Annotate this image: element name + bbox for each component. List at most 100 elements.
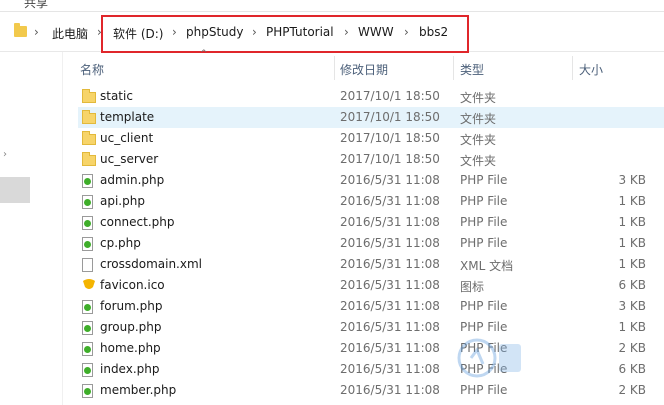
file-name: uc_server	[100, 152, 159, 166]
file-row[interactable]: favicon.ico 2016/5/31 11:08 图标 6 KB	[78, 275, 664, 296]
file-date: 2017/10/1 18:50	[340, 152, 440, 166]
column-header-date[interactable]: 修改日期	[340, 61, 388, 78]
file-type: 文件夹	[460, 112, 497, 126]
php-file-icon	[82, 384, 93, 398]
file-date: 2016/5/31 11:08	[340, 194, 440, 208]
php-file-icon	[82, 321, 93, 335]
file-name: uc_client	[100, 131, 154, 145]
column-divider[interactable]	[453, 56, 454, 80]
file-date: 2017/10/1 18:50	[340, 89, 440, 103]
file-type: XML 文档	[460, 259, 514, 273]
file-name: template	[100, 110, 155, 124]
file-date: 2016/5/31 11:08	[340, 383, 440, 397]
file-type: 文件夹	[460, 154, 497, 168]
file-size: 1 KB	[618, 320, 646, 334]
column-header-type[interactable]: 类型	[460, 61, 484, 78]
column-divider[interactable]	[572, 56, 573, 80]
file-size: 2 KB	[618, 341, 646, 355]
php-file-icon	[82, 237, 93, 251]
file-type: PHP File	[460, 194, 508, 208]
navigation-pane[interactable]: ›	[0, 52, 62, 405]
ico-file-icon	[82, 279, 96, 291]
xml-file-icon	[82, 258, 93, 272]
watermark-logo	[457, 338, 521, 378]
file-size: 1 KB	[618, 194, 646, 208]
file-row[interactable]: index.php 2016/5/31 11:08 PHP File 6 KB	[78, 359, 664, 380]
php-file-icon	[82, 174, 93, 188]
ribbon: 共享	[0, 0, 664, 12]
column-headers: ^ 名称 修改日期 类型 大小	[70, 49, 664, 80]
file-size: 3 KB	[618, 299, 646, 313]
file-date: 2016/5/31 11:08	[340, 257, 440, 271]
share-tab[interactable]: 共享	[24, 0, 48, 11]
chevron-right-icon[interactable]: ›	[34, 25, 39, 39]
file-row[interactable]: forum.php 2016/5/31 11:08 PHP File 3 KB	[78, 296, 664, 317]
file-name: api.php	[100, 194, 145, 208]
file-size: 1 KB	[618, 257, 646, 271]
file-name: admin.php	[100, 173, 165, 187]
file-type: PHP File	[460, 173, 508, 187]
file-name: index.php	[100, 362, 160, 376]
file-date: 2016/5/31 11:08	[340, 362, 440, 376]
folder-icon	[14, 23, 27, 37]
file-date: 2016/5/31 11:08	[340, 341, 440, 355]
file-size: 3 KB	[618, 173, 646, 187]
breadcrumb-this-pc[interactable]: 此电脑	[52, 25, 88, 42]
file-date: 2016/5/31 11:08	[340, 236, 440, 250]
folder-icon	[82, 89, 96, 103]
file-date: 2016/5/31 11:08	[340, 278, 440, 292]
expand-arrow-icon[interactable]: ›	[3, 149, 7, 160]
folder-icon	[82, 110, 96, 124]
file-row[interactable]: uc_client 2017/10/1 18:50 文件夹	[78, 128, 664, 149]
pane-divider[interactable]	[62, 52, 63, 405]
file-date: 2016/5/31 11:08	[340, 173, 440, 187]
file-name: group.php	[100, 320, 162, 334]
file-date: 2016/5/31 11:08	[340, 299, 440, 313]
php-file-icon	[82, 363, 93, 377]
file-row[interactable]: connect.php 2016/5/31 11:08 PHP File 1 KB	[78, 212, 664, 233]
file-size: 2 KB	[618, 383, 646, 397]
file-type: PHP File	[460, 215, 508, 229]
file-row[interactable]: template 2017/10/1 18:50 文件夹	[78, 107, 664, 128]
file-name: static	[100, 89, 133, 103]
column-header-size[interactable]: 大小	[579, 61, 603, 78]
php-file-icon	[82, 300, 93, 314]
file-size: 6 KB	[618, 278, 646, 292]
column-divider[interactable]	[334, 56, 335, 80]
file-date: 2017/10/1 18:50	[340, 131, 440, 145]
column-header-name[interactable]: 名称	[80, 61, 104, 78]
file-name: cp.php	[100, 236, 141, 250]
file-size: 1 KB	[618, 236, 646, 250]
file-date: 2016/5/31 11:08	[340, 215, 440, 229]
file-name: member.php	[100, 383, 177, 397]
php-file-icon	[82, 216, 93, 230]
sort-up-icon: ^	[200, 49, 208, 59]
file-type: 文件夹	[460, 91, 497, 105]
php-file-icon	[82, 195, 93, 209]
file-row[interactable]: crossdomain.xml 2016/5/31 11:08 XML 文档 1 KB	[78, 254, 664, 275]
file-row[interactable]: uc_server 2017/10/1 18:50 文件夹	[78, 149, 664, 170]
folder-icon	[82, 131, 96, 145]
file-name: forum.php	[100, 299, 163, 313]
file-name: home.php	[100, 341, 161, 355]
annotation-highlight-box	[101, 15, 469, 53]
file-type: PHP File	[460, 236, 508, 250]
php-file-icon	[82, 342, 93, 356]
file-row[interactable]: static 2017/10/1 18:50 文件夹	[78, 86, 664, 107]
folder-icon	[82, 152, 96, 166]
file-name: favicon.ico	[100, 278, 165, 292]
file-row[interactable]: member.php 2016/5/31 11:08 PHP File 2 KB	[78, 380, 664, 401]
file-size: 6 KB	[618, 362, 646, 376]
file-date: 2016/5/31 11:08	[340, 320, 440, 334]
file-row[interactable]: home.php 2016/5/31 11:08 PHP File 2 KB	[78, 338, 664, 359]
file-row[interactable]: group.php 2016/5/31 11:08 PHP File 1 KB	[78, 317, 664, 338]
file-row[interactable]: api.php 2016/5/31 11:08 PHP File 1 KB	[78, 191, 664, 212]
file-row[interactable]: admin.php 2016/5/31 11:08 PHP File 3 KB	[78, 170, 664, 191]
file-type: PHP File	[460, 299, 508, 313]
file-row[interactable]: cp.php 2016/5/31 11:08 PHP File 1 KB	[78, 233, 664, 254]
file-type: 文件夹	[460, 133, 497, 147]
file-type: 图标	[460, 280, 485, 294]
nav-selected-item[interactable]	[0, 177, 30, 203]
file-date: 2017/10/1 18:50	[340, 110, 440, 124]
file-name: crossdomain.xml	[100, 257, 202, 271]
